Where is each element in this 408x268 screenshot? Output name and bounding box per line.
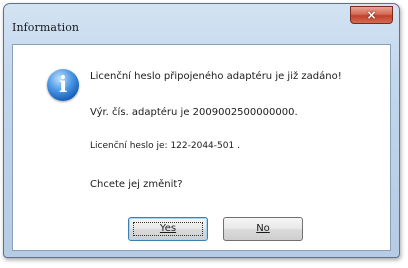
close-button[interactable]: ×	[350, 6, 393, 24]
info-icon-glyph: i	[58, 72, 68, 98]
message-already-entered: Licenční heslo připojeného adaptéru je j…	[90, 71, 342, 82]
close-icon: ×	[366, 8, 377, 22]
no-button-label: No	[256, 223, 270, 234]
info-icon: i	[47, 69, 79, 101]
message-question: Chcete jej změnit?	[90, 179, 183, 190]
yes-button-label: Yes	[159, 223, 177, 234]
message-serial-number: Výr. čís. adaptéru je 2009002500000000.	[90, 107, 298, 118]
message-license-key: Licenční heslo je: 122-2044-501 .	[90, 141, 240, 151]
title-bar[interactable]: Information ×	[4, 4, 399, 44]
dialog-content: i Licenční heslo připojeného adaptéru je…	[12, 44, 391, 251]
no-button[interactable]: No	[223, 217, 303, 241]
yes-button[interactable]: Yes	[128, 217, 208, 241]
information-dialog: Information × i Licenční heslo připojené…	[3, 3, 400, 258]
window-title: Information	[12, 21, 80, 34]
